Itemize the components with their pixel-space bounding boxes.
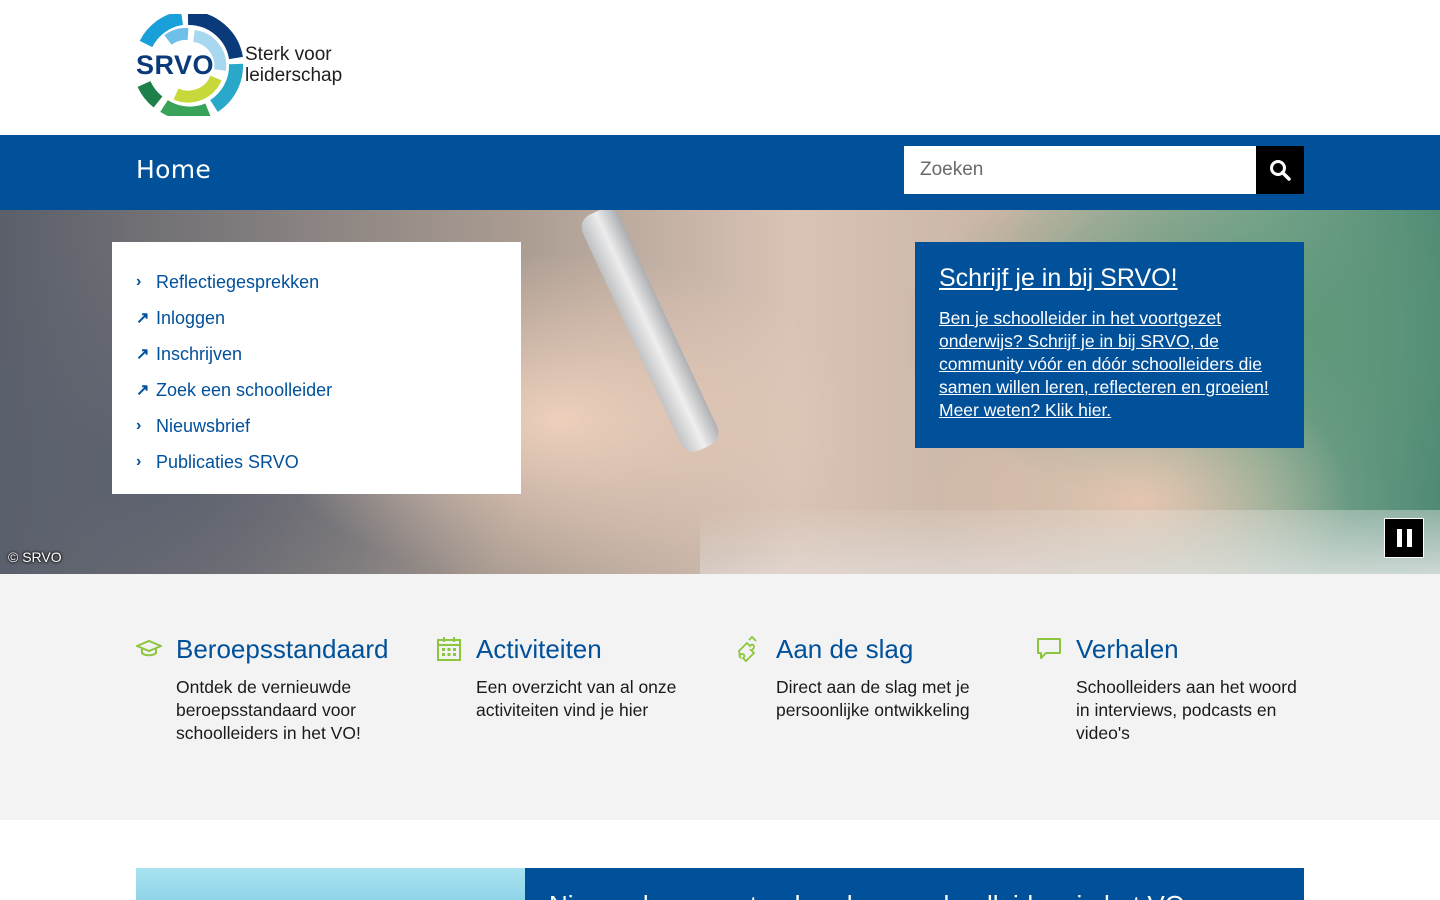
graduation-cap-icon [136, 639, 162, 657]
hero-banner: › Reflectiegesprekken ↗ Inloggen ↗ Insch… [0, 210, 1440, 574]
chevron-right-icon: › [136, 273, 142, 290]
logo-tagline-line2: leiderschap [245, 65, 343, 86]
search-button[interactable] [1256, 146, 1304, 194]
hero-photo-paper [700, 510, 1440, 574]
feature-title[interactable]: Verhalen [1076, 634, 1179, 665]
quicklink-publicaties[interactable]: Publicaties SRVO [156, 452, 299, 473]
feature-description: Ontdek de vernieuwde beroepsstandaard vo… [176, 677, 361, 743]
quicklink-zoek-schoolleider[interactable]: Zoek een schoolleider [156, 380, 332, 401]
quicklink-reflectiegesprekken[interactable]: Reflectiegesprekken [156, 272, 319, 293]
feature-description: Direct aan de slag met je persoonlijke o… [776, 677, 970, 720]
promo-title-link[interactable]: Schrijf je in bij SRVO! [939, 264, 1280, 293]
feature-description: Schoolleiders aan het woord in interview… [1076, 677, 1297, 743]
quicklinks-list: › Reflectiegesprekken ↗ Inloggen ↗ Insch… [136, 264, 521, 480]
feature-title[interactable]: Beroepsstandaard [176, 634, 388, 665]
feature-title[interactable]: Activiteiten [476, 634, 602, 665]
feature-description: Een overzicht van al onze activiteiten v… [476, 677, 677, 720]
quicklink-item[interactable]: ↗ Inschrijven [136, 336, 521, 372]
signup-promo-box: Schrijf je in bij SRVO! Ben je schoollei… [915, 242, 1304, 448]
teaser-image[interactable] [136, 868, 525, 900]
quicklink-item[interactable]: › Reflectiegesprekken [136, 264, 521, 300]
chevron-right-icon: › [136, 453, 142, 470]
quicklink-item[interactable]: ↗ Inloggen [136, 300, 521, 336]
feature-title[interactable]: Aan de slag [776, 634, 913, 665]
pause-icon-bar-left [1396, 529, 1402, 547]
logo-tagline: Sterk voor leiderschap [245, 44, 342, 86]
puzzle-icon [738, 636, 757, 662]
hero-photo-pen [576, 210, 724, 457]
quicklink-inschrijven[interactable]: Inschrijven [156, 344, 242, 365]
quicklink-item[interactable]: ↗ Zoek een schoolleider [136, 372, 521, 408]
quicklink-nieuwsbrief[interactable]: Nieuwsbrief [156, 416, 250, 437]
srvo-logo[interactable]: SRVO Sterk voor leiderschap [136, 14, 356, 116]
search-icon [1270, 160, 1291, 181]
quicklinks-panel: › Reflectiegesprekken ↗ Inloggen ↗ Insch… [112, 242, 521, 494]
search-input[interactable] [904, 146, 1256, 194]
teaser-title[interactable]: Nieuwe beroepsstandaard voor schoolleide… [549, 890, 1185, 900]
teaser-box[interactable]: Nieuwe beroepsstandaard voor schoolleide… [525, 868, 1304, 900]
site-header: SRVO Sterk voor leiderschap [0, 0, 1440, 135]
nav-home-link[interactable]: Home [136, 155, 211, 184]
external-link-icon: ↗ [136, 382, 150, 399]
logo-wordmark: SRVO [136, 50, 215, 80]
calendar-icon [437, 637, 461, 661]
pause-icon-bar-right [1406, 529, 1412, 547]
main-navbar: Home [0, 135, 1440, 210]
quicklink-item[interactable]: › Publicaties SRVO [136, 444, 521, 480]
chevron-right-icon: › [136, 417, 142, 434]
carousel-pause-button[interactable] [1384, 518, 1424, 558]
photo-credit: © SRVO [8, 549, 62, 565]
external-link-icon: ↗ [136, 310, 150, 327]
logo-tagline-line1: Sterk voor [245, 44, 332, 65]
quicklink-inloggen[interactable]: Inloggen [156, 308, 225, 329]
promo-text-link[interactable]: Ben je schoolleider in het voortgezet on… [939, 307, 1280, 422]
features-section: Beroepsstandaard Ontdek de vernieuwde be… [0, 574, 1440, 820]
quicklink-item[interactable]: › Nieuwsbrief [136, 408, 521, 444]
speech-bubble-icon [1037, 638, 1061, 659]
external-link-icon: ↗ [136, 346, 150, 363]
